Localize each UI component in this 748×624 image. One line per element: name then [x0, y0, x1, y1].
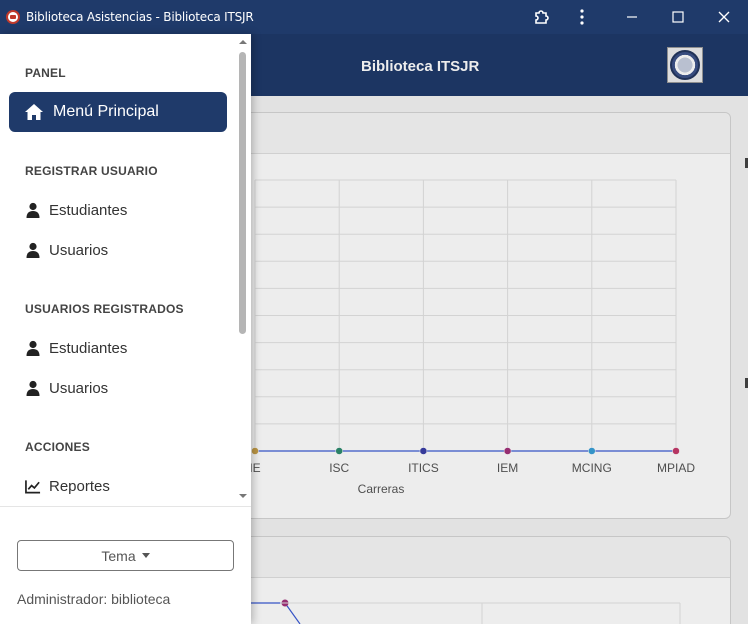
maximize-icon [672, 11, 684, 23]
theme-button-label: Tema [101, 547, 136, 564]
sidebar-item-label: Estudiantes [49, 339, 128, 357]
sidebar-scrollbar[interactable] [237, 34, 249, 504]
puzzle-icon [535, 10, 549, 24]
sidebar-drawer: PANEL Menú Principal REGISTRAR USUARIO E… [0, 34, 251, 624]
scroll-thumb[interactable] [239, 52, 246, 334]
minimize-icon [627, 16, 637, 18]
scroll-down-icon[interactable] [239, 492, 247, 500]
admin-label: Administrador: biblioteca [17, 591, 171, 607]
sidebar-item-label: Usuarios [49, 241, 109, 259]
section-title-registrar-usuario: REGISTRAR USUARIO [25, 164, 158, 178]
app-icon [6, 10, 20, 24]
more-options-button[interactable] [559, 0, 605, 34]
theme-dropdown-button[interactable]: Tema [17, 540, 234, 571]
window-title: Biblioteca Asistencias - Biblioteca ITSJ… [26, 10, 254, 24]
window-titlebar: Biblioteca Asistencias - Biblioteca ITSJ… [0, 0, 748, 34]
section-title-usuarios-registrados: USUARIOS REGISTRADOS [25, 302, 184, 316]
close-icon [718, 11, 730, 23]
home-icon [24, 102, 44, 122]
minimize-button[interactable] [609, 0, 655, 34]
sidebar-item-menu-principal[interactable]: Menú Principal [9, 92, 227, 132]
caret-down-icon [141, 553, 150, 558]
sidebar-item-registrar-estudiantes[interactable]: Estudiantes [25, 198, 127, 222]
sidebar-item-registrados-estudiantes[interactable]: Estudiantes [25, 336, 127, 360]
sidebar-item-label: Estudiantes [49, 201, 128, 219]
sidebar-item-label: Menú Principal [53, 103, 159, 120]
sidebar-item-registrados-usuarios[interactable]: Usuarios [25, 376, 108, 400]
kebab-menu-icon [580, 9, 584, 25]
section-title-panel: PANEL [25, 66, 66, 80]
sidebar-item-label: Usuarios [49, 379, 109, 397]
user-icon [25, 202, 41, 218]
sidebar-footer: Tema Administrador: biblioteca [0, 506, 251, 624]
scroll-up-icon[interactable] [239, 38, 247, 46]
sidebar-item-reportes[interactable]: Reportes [25, 474, 110, 498]
sidebar-item-registrar-usuarios[interactable]: Usuarios [25, 238, 108, 262]
user-icon [25, 340, 41, 356]
line-chart-icon [25, 478, 41, 494]
user-icon [25, 242, 41, 258]
sidebar-item-label: Reportes [49, 477, 110, 495]
close-button[interactable] [701, 0, 747, 34]
user-icon [25, 380, 41, 396]
maximize-button[interactable] [655, 0, 701, 34]
section-title-acciones: ACCIONES [25, 440, 90, 454]
sidebar-nav: PANEL Menú Principal REGISTRAR USUARIO E… [0, 34, 237, 504]
